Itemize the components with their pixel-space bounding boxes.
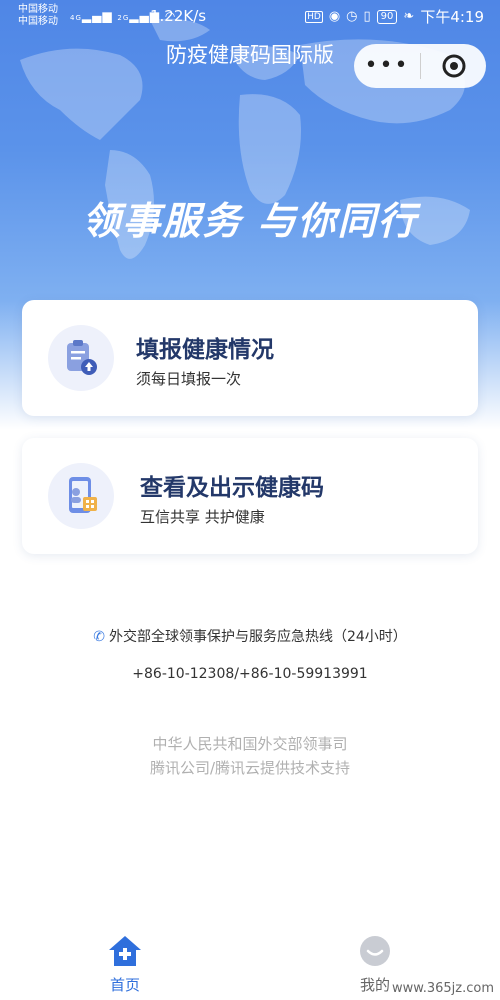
eye-icon: ◉ bbox=[328, 9, 341, 24]
footer-line-2: 腾讯公司/腾讯云提供技术支持 bbox=[149, 759, 351, 777]
card-title: 填报健康情况 bbox=[136, 337, 274, 363]
status-right: HD ◉ ◷ ▯ 90 ❧ 下午4:19 bbox=[305, 6, 484, 27]
report-health-card[interactable]: 填报健康情况 须每日填报一次 bbox=[22, 300, 478, 416]
hotline-label: ✆ 外交部全球领事保护与服务应急热线（24小时） bbox=[0, 626, 500, 646]
show-health-code-card[interactable]: 查看及出示健康码 互信共享 共护健康 bbox=[22, 438, 478, 554]
card-subtitle: 互信共享 共护健康 bbox=[140, 508, 265, 526]
network-type-2: 2G bbox=[117, 14, 130, 22]
alarm-icon: ◷ bbox=[346, 9, 358, 24]
clock: 下午4:19 bbox=[420, 8, 484, 26]
card-title: 查看及出示健康码 bbox=[140, 475, 324, 501]
tab-home[interactable]: 首页 bbox=[75, 934, 175, 995]
smile-face-icon bbox=[360, 936, 390, 966]
carrier-info: 中国移动 中国移动 bbox=[18, 4, 58, 28]
home-icon bbox=[109, 936, 141, 966]
target-circle-icon[interactable] bbox=[421, 53, 486, 79]
hotline-numbers[interactable]: +86-10-12308/+86-10-59913991 bbox=[0, 666, 500, 682]
clipboard-upload-icon bbox=[48, 325, 114, 391]
footer-line-1: 中华人民共和国外交部领事司 bbox=[152, 735, 348, 753]
more-dots-icon[interactable]: ••• bbox=[354, 44, 420, 88]
hero-slogan: 领事服务 与你同行 bbox=[82, 199, 418, 243]
tab-home-label: 首页 bbox=[109, 976, 140, 994]
phone-qrcode-icon bbox=[48, 463, 114, 529]
hd-icon: HD bbox=[305, 10, 323, 23]
page-title: 防疫健康码国际版 bbox=[166, 43, 334, 67]
phone-icon: ✆ bbox=[93, 629, 105, 645]
leaf-icon: ❧ bbox=[403, 9, 415, 24]
network-type-1: 4G bbox=[70, 14, 82, 22]
card-subtitle: 须每日填报一次 bbox=[136, 370, 242, 388]
status-bar: 中国移动 中国移动 4G▂▄▆ 2G▂▄▆ ◠ 1.22K/s HD ◉ ◷ ▯… bbox=[0, 0, 500, 34]
vibrate-icon: ▯ bbox=[363, 9, 371, 24]
signal-icon: ▂▄▆ bbox=[81, 9, 113, 23]
network-speed: 1.22K/s bbox=[150, 7, 207, 25]
carrier-2: 中国移动 bbox=[18, 16, 58, 27]
carrier-1: 中国移动 bbox=[18, 4, 58, 15]
hotline-text: 外交部全球领事保护与服务应急热线（24小时） bbox=[108, 629, 407, 645]
watermark-text: www.365jz.com bbox=[392, 981, 494, 996]
battery-icon: 90 bbox=[376, 9, 398, 24]
miniprogram-capsule: ••• bbox=[354, 44, 486, 88]
